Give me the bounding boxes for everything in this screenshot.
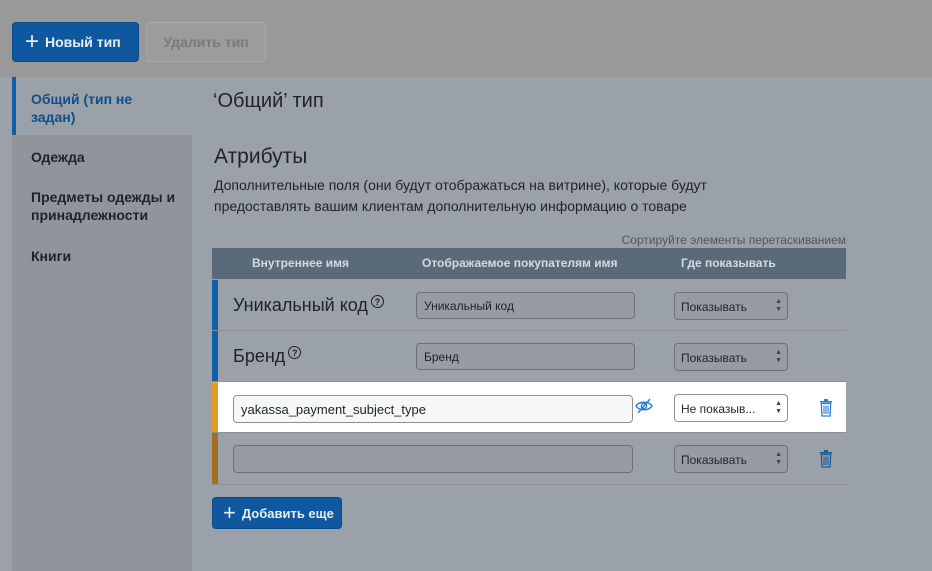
select-arrows-icon: ▲ ▼ [775, 400, 782, 415]
top-toolbar: + Новый тип Удалить тип [0, 0, 932, 77]
header-internal-name: Внутреннее имя [252, 256, 350, 270]
table-row[interactable]: yakassa_payment_subject_type Не показыв.… [212, 382, 846, 433]
trash-icon[interactable] [819, 450, 833, 468]
select-arrows-icon: ▲ ▼ [775, 298, 782, 313]
attribute-name: Уникальный код ? [233, 295, 384, 316]
visibility-select-value: Показывать [681, 453, 747, 467]
drag-handle[interactable] [212, 433, 218, 484]
sidebar-item-books[interactable]: Книги [12, 247, 192, 265]
sidebar-item-label: Предметы одежды и принадлежности [31, 189, 176, 223]
page-title: ‘Общий’ тип [213, 90, 324, 112]
help-icon[interactable]: ? [370, 295, 384, 308]
sidebar-item-general[interactable]: Общий (тип не задан) [12, 77, 192, 135]
drag-handle[interactable] [212, 331, 218, 381]
help-icon[interactable]: ? [288, 346, 302, 359]
visibility-select[interactable]: Показывать ▲ ▼ [674, 292, 788, 320]
sort-hint: Сортируйте элементы перетаскиванием [621, 233, 846, 247]
drag-handle[interactable] [212, 382, 218, 432]
visibility-select[interactable]: Показывать ▲ ▼ [674, 343, 788, 371]
sidebar-item-label: Одежда [31, 149, 85, 165]
select-arrows-icon: ▲ ▼ [775, 349, 782, 364]
attributes-description: Дополнительные поля (они будут отображат… [214, 177, 707, 214]
internal-name-input[interactable] [233, 445, 633, 473]
new-type-label: Новый тип [45, 34, 121, 50]
table-row[interactable]: Бренд ? Бренд Показывать ▲ ▼ [212, 331, 846, 382]
sidebar-item-label: Книги [31, 248, 72, 264]
delete-type-label: Удалить тип [163, 34, 249, 50]
sidebar-item-label: Общий (тип не задан) [31, 91, 133, 125]
add-more-button[interactable]: + Добавить еще [212, 497, 342, 529]
plus-icon: + [223, 500, 236, 525]
header-where-show: Где показывать [681, 256, 776, 270]
type-sidebar: Общий (тип не задан) Одежда Предметы оде… [12, 77, 192, 571]
trash-icon[interactable] [819, 399, 833, 417]
visibility-select-value: Не показыв... [681, 402, 756, 416]
visibility-select-value: Показывать [681, 351, 747, 365]
attributes-title: Атрибуты [214, 145, 308, 168]
new-type-button[interactable]: + Новый тип [12, 22, 139, 62]
attributes-table-header: Внутреннее имя Отображаемое покупателям … [212, 248, 846, 279]
table-row[interactable]: Уникальный код ? Уникальный код Показыва… [212, 280, 846, 331]
internal-name-input[interactable]: yakassa_payment_subject_type [233, 395, 633, 423]
drag-handle[interactable] [212, 280, 218, 330]
sidebar-item-apparel-accessories[interactable]: Предметы одежды и принадлежности [12, 188, 192, 224]
attribute-name-text: Уникальный код [233, 295, 368, 315]
display-name-input[interactable]: Уникальный код [416, 292, 635, 319]
display-name-input[interactable]: Бренд [416, 343, 635, 370]
visibility-select[interactable]: Показывать ▲ ▼ [674, 445, 788, 473]
eye-hidden-icon[interactable] [635, 397, 653, 415]
visibility-select-value: Показывать [681, 300, 747, 314]
table-row[interactable]: Показывать ▲ ▼ [212, 433, 846, 485]
select-arrows-icon: ▲ ▼ [775, 451, 782, 466]
attribute-name-text: Бренд [233, 346, 286, 366]
visibility-select[interactable]: Не показыв... ▲ ▼ [674, 394, 788, 422]
delete-type-button[interactable]: Удалить тип [146, 22, 266, 62]
header-display-name: Отображаемое покупателям имя [422, 256, 618, 270]
sidebar-item-clothing[interactable]: Одежда [12, 148, 192, 166]
add-more-label: Добавить еще [241, 505, 334, 521]
attribute-name: Бренд ? [233, 346, 302, 367]
plus-icon: + [25, 28, 40, 55]
